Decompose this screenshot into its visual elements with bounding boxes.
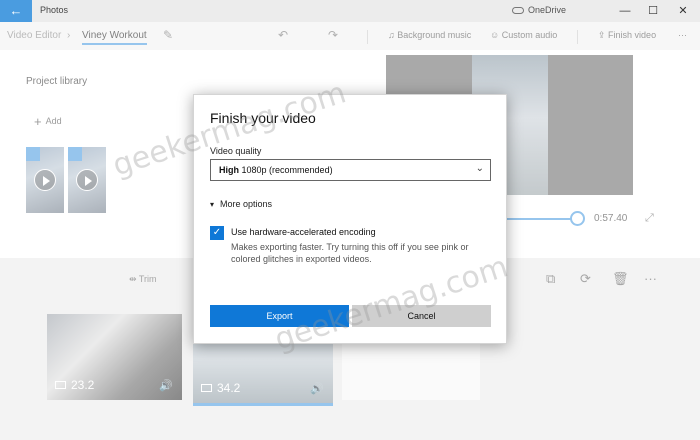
onedrive-status[interactable]: OneDrive bbox=[512, 5, 566, 15]
hardware-encoding-checkbox[interactable]: ✓ bbox=[210, 226, 224, 240]
more-options-label: More options bbox=[220, 199, 273, 209]
checkmark-icon: ✓ bbox=[212, 227, 222, 238]
close-button[interactable]: ✕ bbox=[668, 0, 698, 22]
video-quality-select[interactable]: High 1080p (recommended) ⌄ bbox=[210, 159, 491, 181]
back-button[interactable]: ← bbox=[0, 0, 32, 22]
minimize-button[interactable]: — bbox=[610, 0, 640, 22]
video-quality-value: High 1080p (recommended) bbox=[219, 165, 333, 175]
hardware-encoding-label[interactable]: Use hardware-accelerated encoding bbox=[231, 227, 376, 237]
app-title: Photos bbox=[40, 5, 69, 15]
quality-detail: 1080p (recommended) bbox=[241, 165, 333, 175]
cloud-icon bbox=[512, 7, 524, 14]
more-options-toggle[interactable]: ▾ More options bbox=[210, 199, 272, 209]
title-bar: ← Photos OneDrive — ☐ ✕ bbox=[0, 0, 700, 22]
onedrive-label: OneDrive bbox=[528, 5, 567, 15]
quality-level: High bbox=[219, 165, 239, 175]
arrow-left-icon: ← bbox=[9, 3, 23, 18]
chevron-down-icon: ▾ bbox=[210, 200, 215, 209]
maximize-button[interactable]: ☐ bbox=[638, 0, 668, 22]
chevron-down-icon: ⌄ bbox=[475, 163, 484, 174]
hardware-encoding-description: Makes exporting faster. Try turning this… bbox=[231, 242, 469, 264]
